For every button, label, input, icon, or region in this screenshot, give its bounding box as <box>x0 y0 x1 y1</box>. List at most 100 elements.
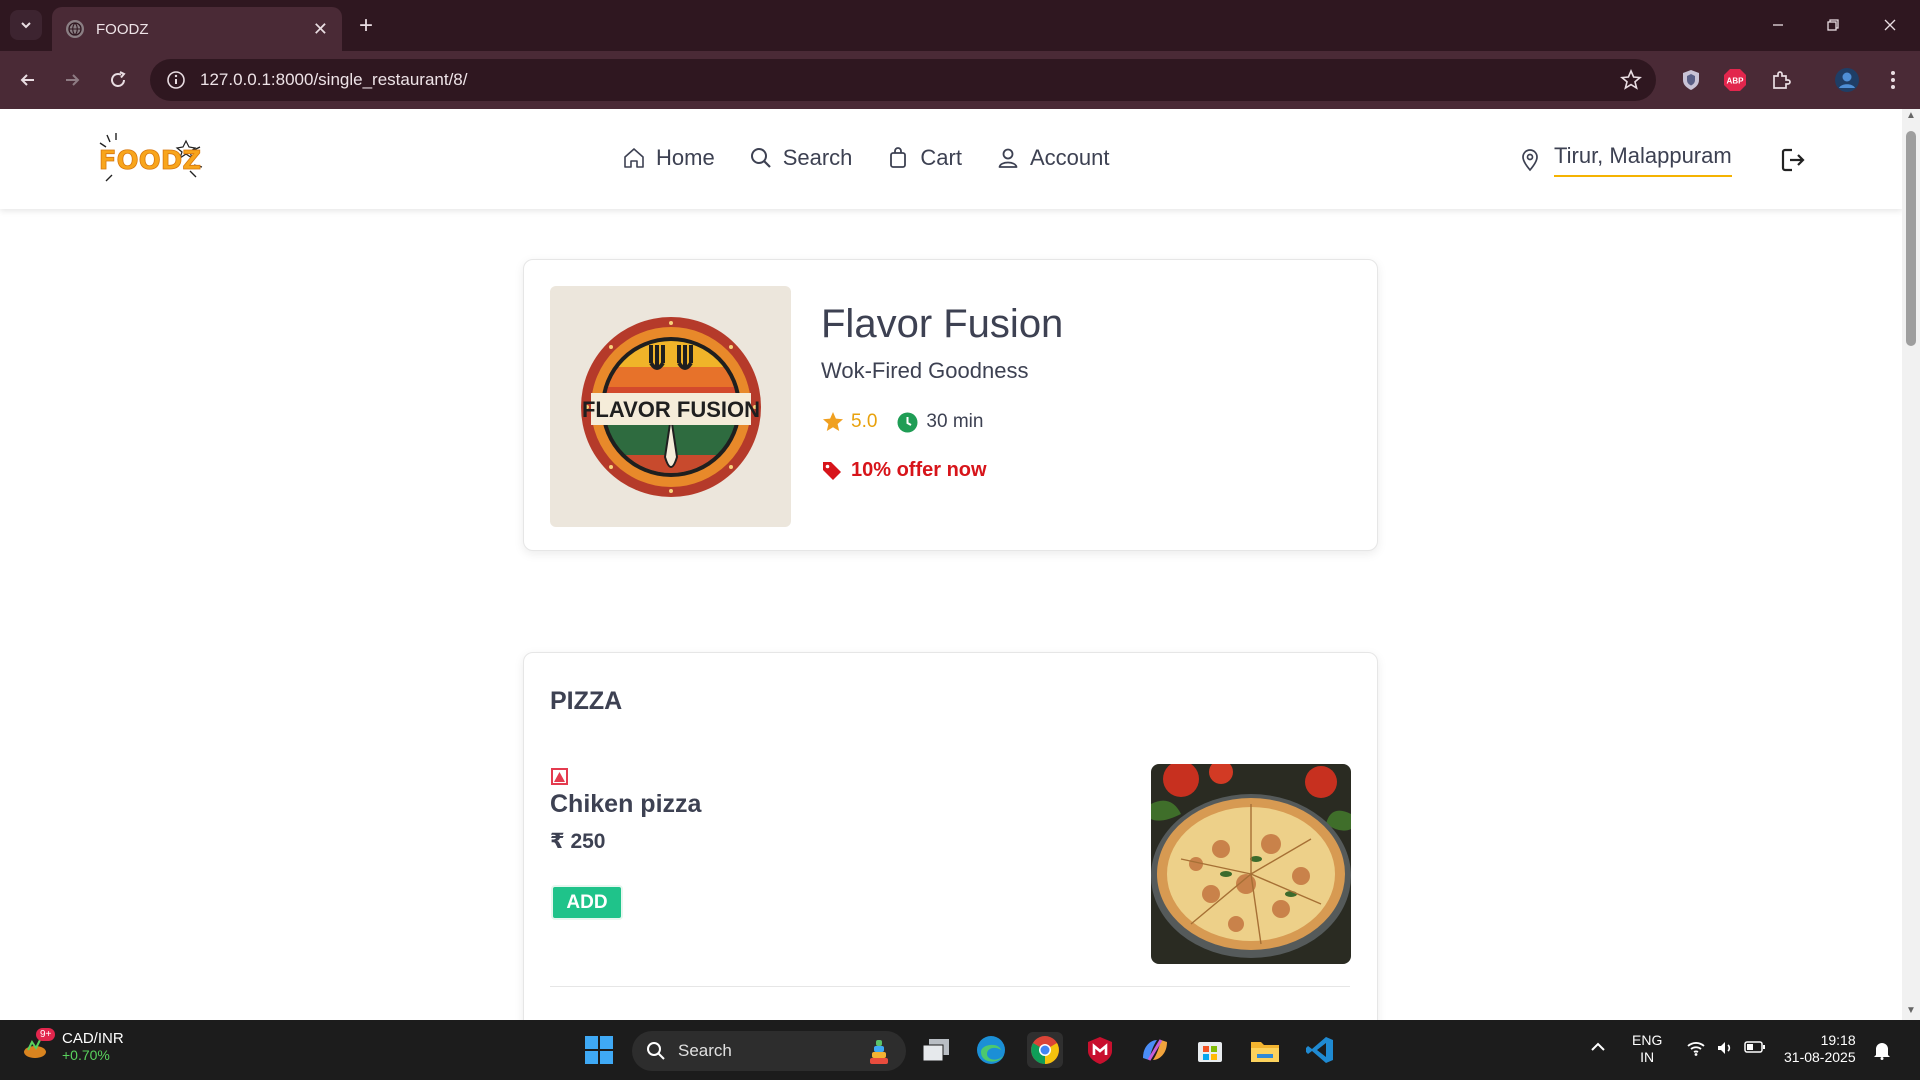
site-header: FOODZ Home Search Cart Account Tirur, Ma… <box>0 109 1902 209</box>
scrollbar-thumb[interactable] <box>1906 131 1916 346</box>
rating: 5.0 <box>821 410 877 434</box>
system-tray-quick-settings[interactable] <box>1686 1040 1766 1056</box>
notification-bell-icon <box>1874 1043 1890 1060</box>
scroll-up-arrow-icon[interactable]: ▲ <box>1906 111 1916 121</box>
restaurant-card: FLAVOR FUSION Flavor Fusion Wok-Fired Go… <box>523 259 1378 551</box>
store-icon <box>1198 1042 1222 1062</box>
shield-extension-icon[interactable] <box>1676 65 1706 95</box>
search-highlight-icon <box>870 1040 888 1064</box>
notification-center-button[interactable] <box>1872 1040 1892 1064</box>
extensions-puzzle-icon[interactable] <box>1766 65 1796 95</box>
language-indicator[interactable]: ENG IN <box>1632 1032 1662 1066</box>
menu-item-name: Chiken pizza <box>550 790 702 818</box>
search-icon <box>647 1042 665 1060</box>
taskbar-search-label: Search <box>678 1041 732 1060</box>
nav-account[interactable]: Account <box>996 145 1110 171</box>
edge-app[interactable] <box>973 1032 1009 1068</box>
nav-cart[interactable]: Cart <box>886 145 962 171</box>
copilot-app[interactable] <box>1137 1032 1173 1068</box>
globe-icon <box>66 20 84 38</box>
url-text[interactable]: 127.0.0.1:8000/single_restaurant/8/ <box>200 70 467 90</box>
svg-text:ABP: ABP <box>1727 77 1745 86</box>
menu-section-card: PIZZA Chiken pizza ₹ 250 ADD <box>523 652 1378 1020</box>
copilot-icon <box>1143 1039 1167 1061</box>
tab-close-icon[interactable]: ✕ <box>313 19 328 40</box>
stock-ticker-widget[interactable]: 9+ CAD/INR +0.70% <box>22 1027 124 1063</box>
reload-button[interactable] <box>102 64 134 96</box>
clock[interactable]: 19:18 31-08-2025 <box>1784 1032 1856 1066</box>
non-veg-indicator-icon <box>551 768 568 785</box>
show-hidden-icons-button[interactable] <box>1590 1040 1606 1057</box>
tab-search-button[interactable] <box>10 10 42 40</box>
region-code: IN <box>1640 1049 1655 1065</box>
volume-icon <box>1718 1042 1731 1054</box>
menu-item-price: ₹ 250 <box>550 830 606 853</box>
tag-icon <box>823 461 841 480</box>
restore-button[interactable] <box>1813 10 1853 40</box>
bookmark-star-icon[interactable] <box>1620 68 1642 96</box>
edge-icon <box>977 1036 1005 1064</box>
user-icon <box>998 148 1018 168</box>
address-bar[interactable]: 127.0.0.1:8000/single_restaurant/8/ <box>150 59 1656 101</box>
rating-value: 5.0 <box>851 411 878 432</box>
start-button[interactable] <box>581 1032 617 1068</box>
nav-search[interactable]: Search <box>749 145 852 171</box>
file-explorer-app[interactable] <box>1247 1032 1283 1068</box>
nav-cart-label: Cart <box>920 145 962 170</box>
foodz-logo[interactable]: FOODZ <box>96 131 206 186</box>
forward-button[interactable] <box>56 64 88 96</box>
wifi-icon <box>1687 1042 1705 1056</box>
close-window-button[interactable] <box>1870 10 1910 40</box>
profile-avatar-icon[interactable] <box>1832 65 1862 95</box>
mcafee-shield-icon <box>1088 1037 1112 1064</box>
back-button[interactable] <box>12 64 44 96</box>
page-viewport: FOODZ Home Search Cart Account Tirur, Ma… <box>0 109 1902 1020</box>
scroll-down-arrow-icon[interactable]: ▼ <box>1906 1006 1916 1016</box>
restaurant-meta: 5.0 30 min <box>821 410 983 434</box>
task-view-button[interactable] <box>918 1032 954 1068</box>
location-text[interactable]: Tirur, Malappuram <box>1554 143 1732 177</box>
minimize-button[interactable] <box>1758 10 1798 40</box>
nav-account-label: Account <box>1029 145 1110 170</box>
nav-home[interactable]: Home <box>622 145 715 171</box>
mcafee-app[interactable] <box>1082 1032 1118 1068</box>
add-to-cart-button[interactable]: ADD <box>551 885 623 920</box>
chrome-app[interactable] <box>1027 1032 1063 1068</box>
menu-section-title: PIZZA <box>550 687 623 715</box>
adblock-extension-icon[interactable]: ABP <box>1720 65 1750 95</box>
restaurant-logo-text: FLAVOR FUSION <box>581 397 759 422</box>
vscode-app[interactable] <box>1302 1032 1338 1068</box>
taskbar-search[interactable]: Search <box>632 1031 906 1071</box>
task-view-icon <box>922 1039 949 1062</box>
location-selector[interactable]: Tirur, Malappuram <box>1520 143 1732 177</box>
page-scrollbar[interactable]: ▲ ▼ <box>1902 109 1920 1020</box>
restaurant-tagline: Wok-Fired Goodness <box>821 358 1029 383</box>
logout-button[interactable] <box>1780 147 1806 173</box>
delivery-time-value: 30 min <box>926 411 984 432</box>
item-divider <box>550 986 1350 987</box>
reload-icon <box>111 71 126 87</box>
restaurant-name: Flavor Fusion <box>821 302 1064 346</box>
offer-banner: 10% offer now <box>821 459 987 482</box>
restaurant-logo: FLAVOR FUSION <box>550 286 791 527</box>
logout-icon <box>1781 148 1805 172</box>
search-icon <box>750 148 771 168</box>
nav-home-label: Home <box>656 145 715 170</box>
language-code: ENG <box>1632 1032 1663 1048</box>
logo-text: FOODZ <box>99 146 201 176</box>
folder-icon <box>1251 1042 1279 1062</box>
browser-tab[interactable]: FOODZ ✕ <box>52 7 342 51</box>
restore-icon <box>1827 19 1839 31</box>
battery-icon <box>1744 1041 1765 1053</box>
arrow-right-icon <box>66 74 80 86</box>
browser-menu-icon[interactable] <box>1878 65 1908 95</box>
new-tab-button[interactable]: + <box>352 12 380 40</box>
site-info-icon[interactable] <box>166 70 186 90</box>
tab-title: FOODZ <box>96 20 149 38</box>
offer-text: 10% offer now <box>851 459 987 481</box>
notification-badge: 9+ <box>36 1027 56 1041</box>
store-app[interactable] <box>1192 1032 1228 1068</box>
ticker-change: +0.70% <box>62 1047 110 1063</box>
browser-toolbar: 127.0.0.1:8000/single_restaurant/8/ ABP <box>0 51 1920 109</box>
main-nav: Home Search Cart Account <box>622 145 1109 171</box>
